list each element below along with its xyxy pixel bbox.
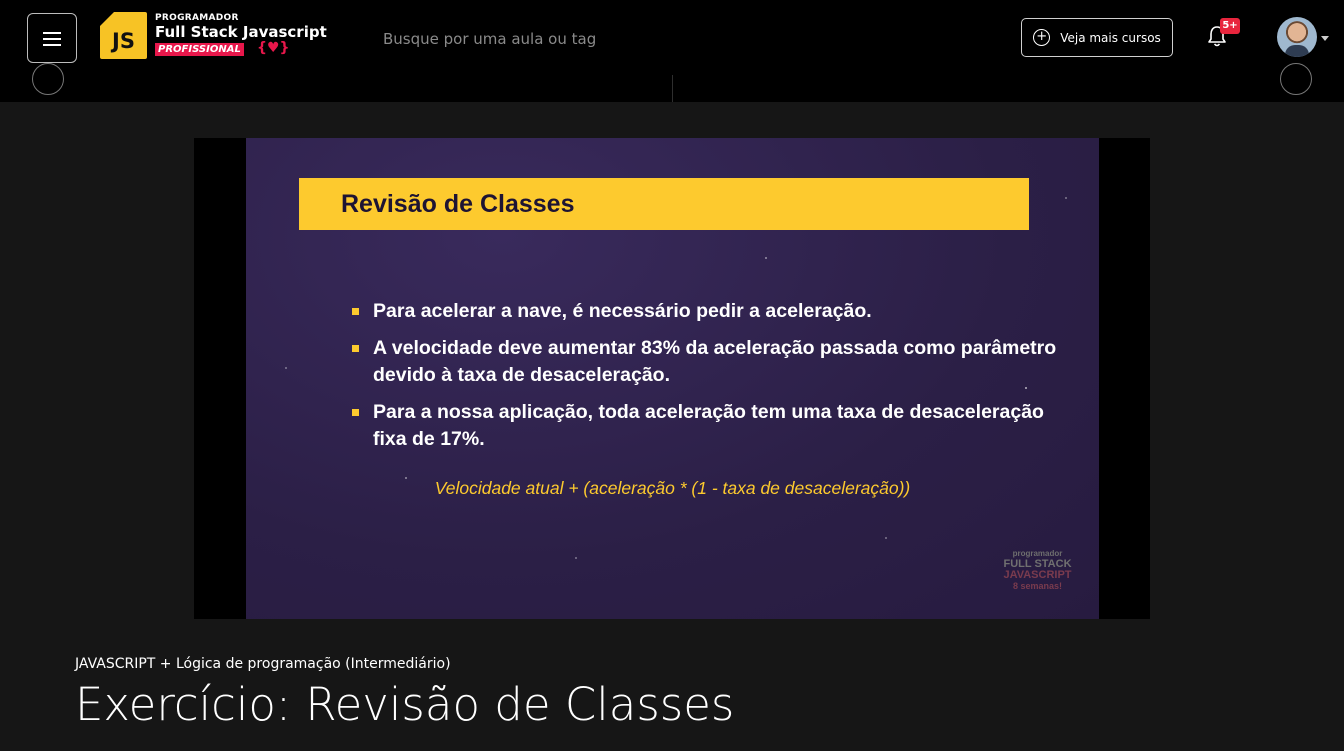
menu-button[interactable] (27, 13, 77, 63)
logo-braces-heart: {♥} (257, 40, 290, 56)
hamburger-icon-line (43, 32, 61, 34)
video-player[interactable]: Revisão de Classes Para acelerar a nave,… (194, 138, 1150, 619)
slide-bullet-list: Para acelerar a nave, é necessário pedir… (352, 298, 1072, 463)
video-slide: Revisão de Classes Para acelerar a nave,… (246, 138, 1099, 619)
next-lesson-button[interactable] (1280, 63, 1312, 95)
hamburger-icon-line (43, 44, 61, 46)
slide-title: Revisão de Classes (299, 178, 1029, 230)
course-name: JAVASCRIPT + Lógica de programação (Inte… (75, 656, 451, 672)
course-watermark: programador FULL STACK JAVASCRIPT 8 sema… (995, 548, 1080, 592)
watermark-line: 8 semanas! (1012, 581, 1063, 591)
more-courses-label: Veja mais cursos (1060, 30, 1161, 45)
watermark-line: JAVASCRIPT (1003, 569, 1072, 581)
slide-bullet: Para acelerar a nave, é necessário pedir… (352, 298, 1072, 325)
chevron-down-icon[interactable] (1321, 36, 1329, 41)
site-logo[interactable]: JS PROGRAMADOR Full Stack Javascript PRO… (100, 12, 330, 60)
logo-line-fullstack: Full Stack Javascript (155, 23, 327, 41)
js-logo-icon: JS (100, 12, 147, 59)
previous-lesson-button[interactable] (32, 63, 64, 95)
logo-line-programador: PROGRAMADOR (155, 13, 239, 23)
more-courses-button[interactable]: + Veja mais cursos (1021, 18, 1173, 57)
top-navbar: JS PROGRAMADOR Full Stack Javascript PRO… (0, 0, 1344, 75)
user-avatar[interactable] (1277, 17, 1317, 57)
slide-bullet: Para a nossa aplicação, toda aceleração … (352, 399, 1072, 453)
logo-line-profissional: PROFISSIONAL (155, 43, 244, 56)
slide-formula: Velocidade atual + (aceleração * (1 - ta… (434, 478, 911, 498)
divider (672, 75, 673, 102)
plus-circle-icon: + (1033, 29, 1051, 46)
lesson-nav-bar (0, 63, 1344, 102)
slide-bullet: A velocidade deve aumentar 83% da aceler… (352, 335, 1072, 389)
search-input[interactable] (381, 26, 785, 52)
hamburger-icon-line (43, 38, 61, 40)
lesson-title: Exercício: Revisão de Classes (75, 678, 735, 731)
notification-count-badge: 5+ (1220, 18, 1240, 34)
